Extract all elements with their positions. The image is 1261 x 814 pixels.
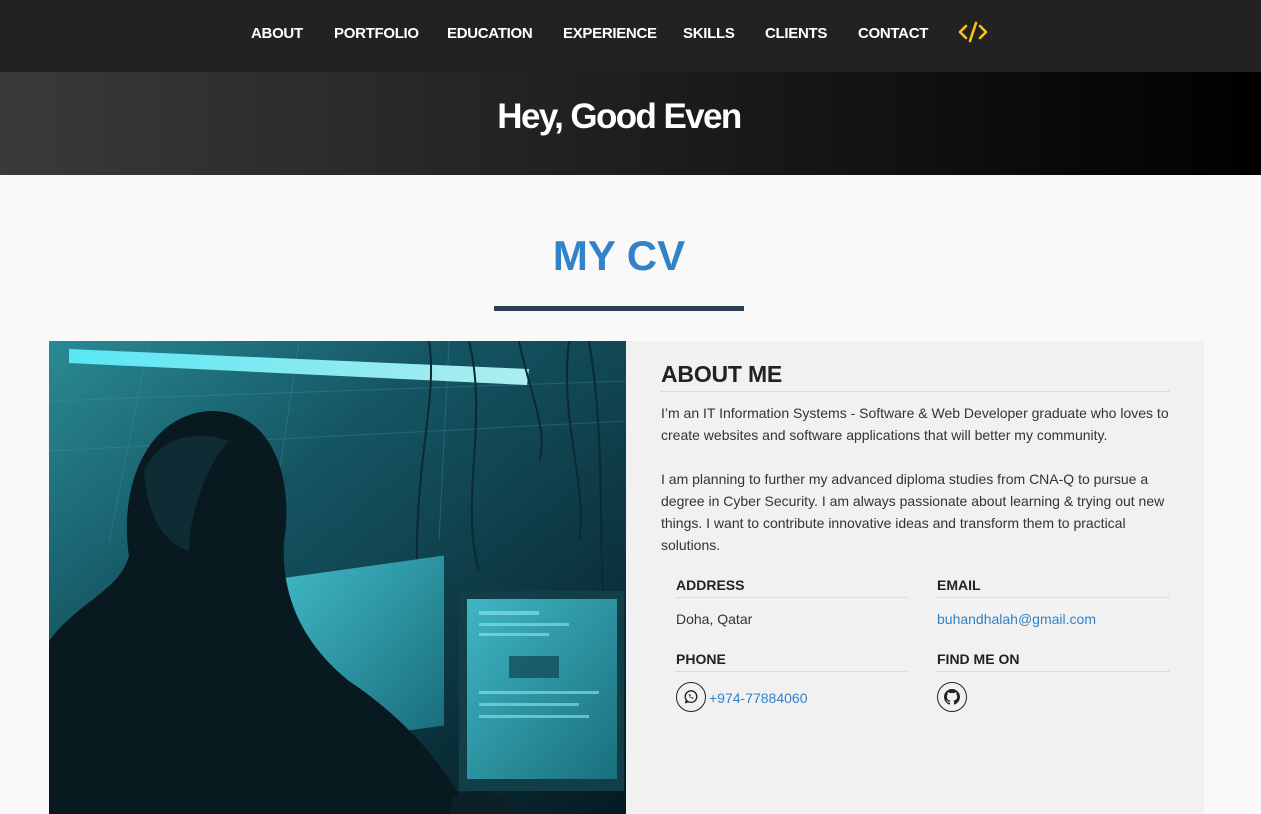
hero-title: Hey, Good Even bbox=[497, 97, 742, 136]
find-me-divider bbox=[937, 671, 1169, 672]
find-me-label: FIND ME ON bbox=[937, 651, 1020, 667]
about-paragraph-2: I am planning to further my advanced dip… bbox=[661, 471, 1165, 553]
about-divider bbox=[661, 391, 1169, 392]
top-navbar: ABOUT PORTFOLIO EDUCATION EXPERIENCE SKI… bbox=[0, 0, 1261, 72]
nav-link-experience[interactable]: EXPERIENCE bbox=[563, 25, 657, 42]
section-title: MY CV bbox=[552, 232, 686, 279]
nav-link-clients[interactable]: CLIENTS bbox=[765, 25, 827, 42]
email-link[interactable]: buhandhalah@gmail.com bbox=[937, 611, 1096, 627]
nav-link-skills[interactable]: SKILLS bbox=[683, 25, 735, 42]
nav-link-contact[interactable]: CONTACT bbox=[858, 25, 928, 42]
address-value: Doha, Qatar bbox=[676, 611, 753, 627]
phone-label: PHONE bbox=[676, 651, 726, 667]
hero-banner: Hey, Good Even bbox=[0, 72, 1261, 175]
nav-link-education[interactable]: EDUCATION bbox=[447, 25, 533, 42]
phone-divider bbox=[676, 671, 908, 672]
nav-link-portfolio[interactable]: PORTFOLIO bbox=[334, 25, 419, 42]
email-label: EMAIL bbox=[937, 577, 981, 593]
profile-photo bbox=[49, 341, 626, 814]
email-divider bbox=[937, 597, 1169, 598]
phone-link[interactable]: +974-77884060 bbox=[709, 690, 808, 706]
github-icon[interactable] bbox=[937, 682, 967, 712]
address-divider bbox=[676, 597, 908, 598]
about-paragraph-1: I’m an IT Information Systems - Software… bbox=[661, 405, 1169, 443]
nav-link-about[interactable]: ABOUT bbox=[251, 25, 303, 42]
address-label: ADDRESS bbox=[676, 577, 745, 593]
code-icon[interactable] bbox=[958, 20, 988, 44]
about-panel: ABOUT ME I’m an IT Information Systems -… bbox=[626, 341, 1204, 814]
whatsapp-icon[interactable] bbox=[676, 682, 706, 712]
title-underline bbox=[494, 306, 744, 311]
about-heading: ABOUT ME bbox=[661, 361, 783, 387]
